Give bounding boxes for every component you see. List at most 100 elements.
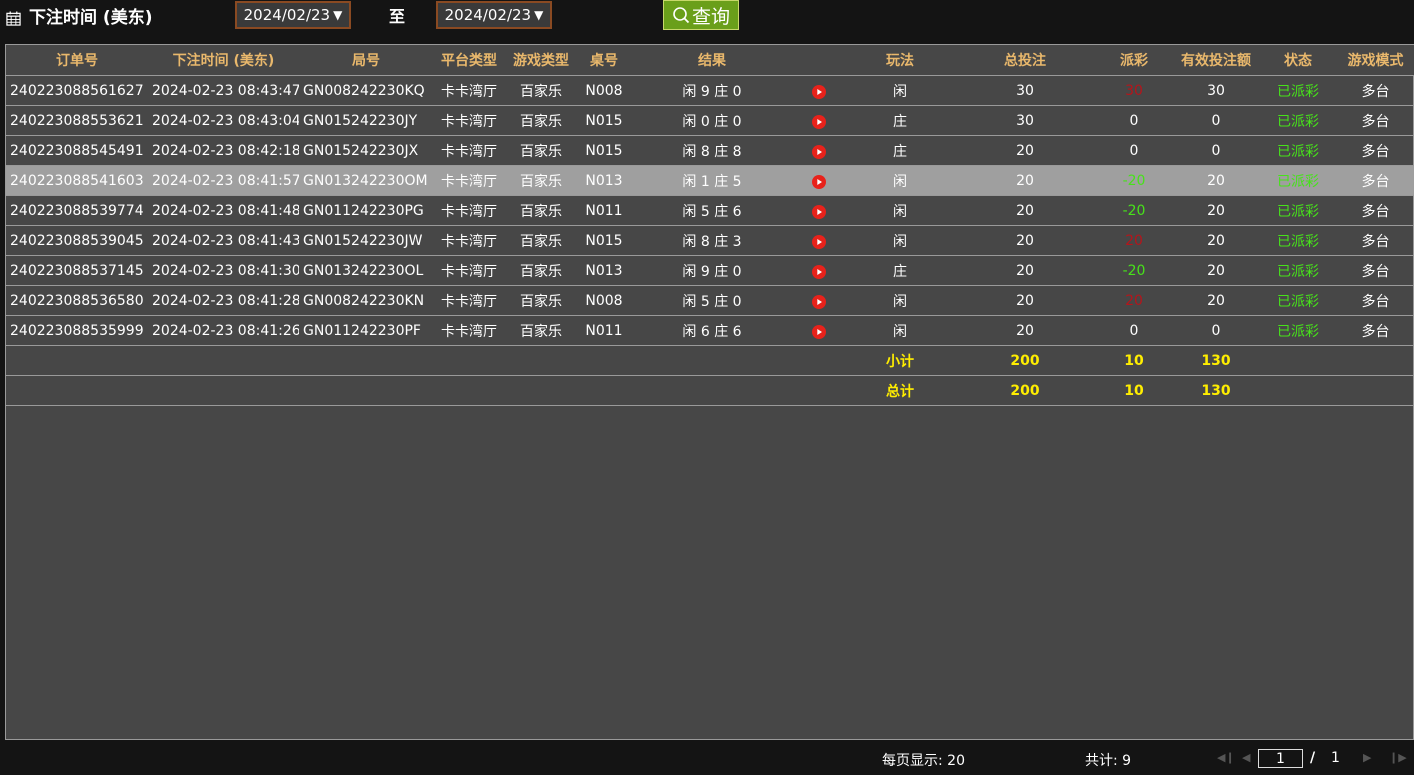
platform-cell: 卡卡湾厅 bbox=[433, 285, 505, 316]
play-icon[interactable] bbox=[812, 294, 826, 309]
round-id-cell: GN008242230KQ bbox=[299, 75, 433, 106]
result-cell: 闲 8 庄 8 bbox=[631, 135, 793, 166]
order-id-cell: 240223088541603 bbox=[6, 165, 148, 196]
bet-time-cell: 2024-02-23 08:41:57 bbox=[148, 165, 299, 196]
play-type-cell: 闲 bbox=[845, 315, 955, 346]
valid-bet-cell: 20 bbox=[1173, 255, 1259, 286]
play-icon[interactable] bbox=[812, 174, 826, 189]
valid-bet-cell: 30 bbox=[1173, 75, 1259, 106]
query-button-label: 查询 bbox=[691, 5, 730, 28]
chevron-down-icon: ▼ bbox=[333, 8, 343, 22]
video-cell bbox=[793, 315, 845, 346]
payout-cell: -20 bbox=[1095, 195, 1173, 226]
bet-time-cell: 2024-02-23 08:43:04 bbox=[148, 105, 299, 136]
end-date-value: 2024/02/23 bbox=[444, 6, 532, 24]
header-result: 结果 bbox=[631, 45, 793, 76]
total-payout: 10 bbox=[1095, 375, 1173, 406]
status-cell: 已派彩 bbox=[1259, 255, 1337, 286]
header-round-id: 局号 bbox=[299, 45, 433, 76]
game-mode-cell: 多台 bbox=[1337, 255, 1414, 286]
round-id-cell: GN015242230JY bbox=[299, 105, 433, 136]
video-cell bbox=[793, 255, 845, 286]
next-page-icon[interactable]: ▶ bbox=[1363, 751, 1371, 764]
result-cell: 闲 8 庄 3 bbox=[631, 225, 793, 256]
platform-cell: 卡卡湾厅 bbox=[433, 165, 505, 196]
order-id-cell: 240223088553621 bbox=[6, 105, 148, 136]
play-icon[interactable] bbox=[812, 114, 826, 129]
play-icon[interactable] bbox=[812, 264, 826, 279]
table-row[interactable]: 240223088553621 2024-02-23 08:43:04 GN0152… bbox=[6, 105, 1414, 136]
video-cell bbox=[793, 135, 845, 166]
table-no-cell: N011 bbox=[577, 315, 631, 346]
valid-bet-cell: 0 bbox=[1173, 135, 1259, 166]
bet-records-table: 订单号 下注时间 (美东) 局号 平台类型 游戏类型 桌号 结果 玩法 总投注 派彩 有效投注额 状态… bbox=[6, 45, 1414, 406]
prev-page-icon[interactable]: ◀ bbox=[1242, 751, 1250, 764]
play-type-cell: 闲 bbox=[845, 285, 955, 316]
valid-bet-cell: 20 bbox=[1173, 195, 1259, 226]
total-pages-label: 1 bbox=[1331, 750, 1340, 766]
total-bet-cell: 20 bbox=[955, 255, 1095, 286]
game-type-cell: 百家乐 bbox=[505, 75, 577, 106]
last-page-icon[interactable]: ❙▶ bbox=[1389, 751, 1407, 764]
blank-cell bbox=[6, 345, 845, 376]
total-bet-cell: 20 bbox=[955, 195, 1095, 226]
play-type-cell: 闲 bbox=[845, 195, 955, 226]
valid-bet-cell: 20 bbox=[1173, 165, 1259, 196]
table-row[interactable]: 240223088561627 2024-02-23 08:43:47 GN0082… bbox=[6, 75, 1414, 106]
round-id-cell: GN013242230OM bbox=[299, 165, 433, 196]
table-no-cell: N011 bbox=[577, 195, 631, 226]
play-type-cell: 闲 bbox=[845, 225, 955, 256]
payout-cell: -20 bbox=[1095, 255, 1173, 286]
page-size-label: 每页显示: 20 bbox=[882, 753, 965, 769]
filter-title: 下注时间 (美东) bbox=[29, 8, 153, 28]
game-type-cell: 百家乐 bbox=[505, 135, 577, 166]
status-cell: 已派彩 bbox=[1259, 75, 1337, 106]
play-icon[interactable] bbox=[812, 144, 826, 159]
result-cell: 闲 5 庄 6 bbox=[631, 195, 793, 226]
play-icon[interactable] bbox=[812, 234, 826, 249]
game-mode-cell: 多台 bbox=[1337, 195, 1414, 226]
subtotal-valid: 130 bbox=[1173, 345, 1259, 376]
game-type-cell: 百家乐 bbox=[505, 255, 577, 286]
platform-cell: 卡卡湾厅 bbox=[433, 105, 505, 136]
table-body: 240223088561627 2024-02-23 08:43:47 GN0082… bbox=[6, 75, 1414, 406]
payout-cell: 0 bbox=[1095, 105, 1173, 136]
game-type-cell: 百家乐 bbox=[505, 105, 577, 136]
platform-cell: 卡卡湾厅 bbox=[433, 225, 505, 256]
payout-cell: 20 bbox=[1095, 225, 1173, 256]
total-count-label: 共计: 9 bbox=[1085, 753, 1132, 769]
first-page-icon[interactable]: ◀❙ bbox=[1217, 751, 1235, 764]
play-icon[interactable] bbox=[812, 204, 826, 219]
payout-cell: 0 bbox=[1095, 315, 1173, 346]
game-type-cell: 百家乐 bbox=[505, 285, 577, 316]
play-type-cell: 闲 bbox=[845, 165, 955, 196]
status-cell: 已派彩 bbox=[1259, 105, 1337, 136]
page-number-input[interactable] bbox=[1258, 749, 1303, 768]
video-cell bbox=[793, 105, 845, 136]
play-type-cell: 闲 bbox=[845, 75, 955, 106]
platform-cell: 卡卡湾厅 bbox=[433, 255, 505, 286]
total-bet: 200 bbox=[955, 375, 1095, 406]
table-no-cell: N015 bbox=[577, 225, 631, 256]
start-date-picker[interactable]: 2024/02/23 ▼ bbox=[235, 1, 351, 29]
bet-time-cell: 2024-02-23 08:42:18 bbox=[148, 135, 299, 166]
play-icon[interactable] bbox=[812, 324, 826, 339]
valid-bet-cell: 20 bbox=[1173, 225, 1259, 256]
table-row[interactable]: 240223088535999 2024-02-23 08:41:26 GN0112… bbox=[6, 315, 1414, 346]
table-row[interactable]: 240223088539045 2024-02-23 08:41:43 GN0152… bbox=[6, 225, 1414, 256]
game-mode-cell: 多台 bbox=[1337, 75, 1414, 106]
table-row[interactable]: 240223088539774 2024-02-23 08:41:48 GN0112… bbox=[6, 195, 1414, 226]
page-separator: / bbox=[1310, 750, 1316, 766]
table-row[interactable]: 240223088537145 2024-02-23 08:41:30 GN0132… bbox=[6, 255, 1414, 286]
table-row[interactable]: 240223088536580 2024-02-23 08:41:28 GN0082… bbox=[6, 285, 1414, 316]
table-row[interactable]: 240223088545491 2024-02-23 08:42:18 GN0152… bbox=[6, 135, 1414, 166]
result-cell: 闲 9 庄 0 bbox=[631, 75, 793, 106]
query-button[interactable]: 查询 bbox=[663, 0, 739, 30]
subtotal-payout: 10 bbox=[1095, 345, 1173, 376]
bet-time-cell: 2024-02-23 08:41:30 bbox=[148, 255, 299, 286]
bet-time-cell: 2024-02-23 08:41:26 bbox=[148, 315, 299, 346]
total-valid: 130 bbox=[1173, 375, 1259, 406]
table-row[interactable]: 240223088541603 2024-02-23 08:41:57 GN0132… bbox=[6, 165, 1414, 196]
play-icon[interactable] bbox=[812, 84, 826, 99]
end-date-picker[interactable]: 2024/02/23 ▼ bbox=[436, 1, 552, 29]
